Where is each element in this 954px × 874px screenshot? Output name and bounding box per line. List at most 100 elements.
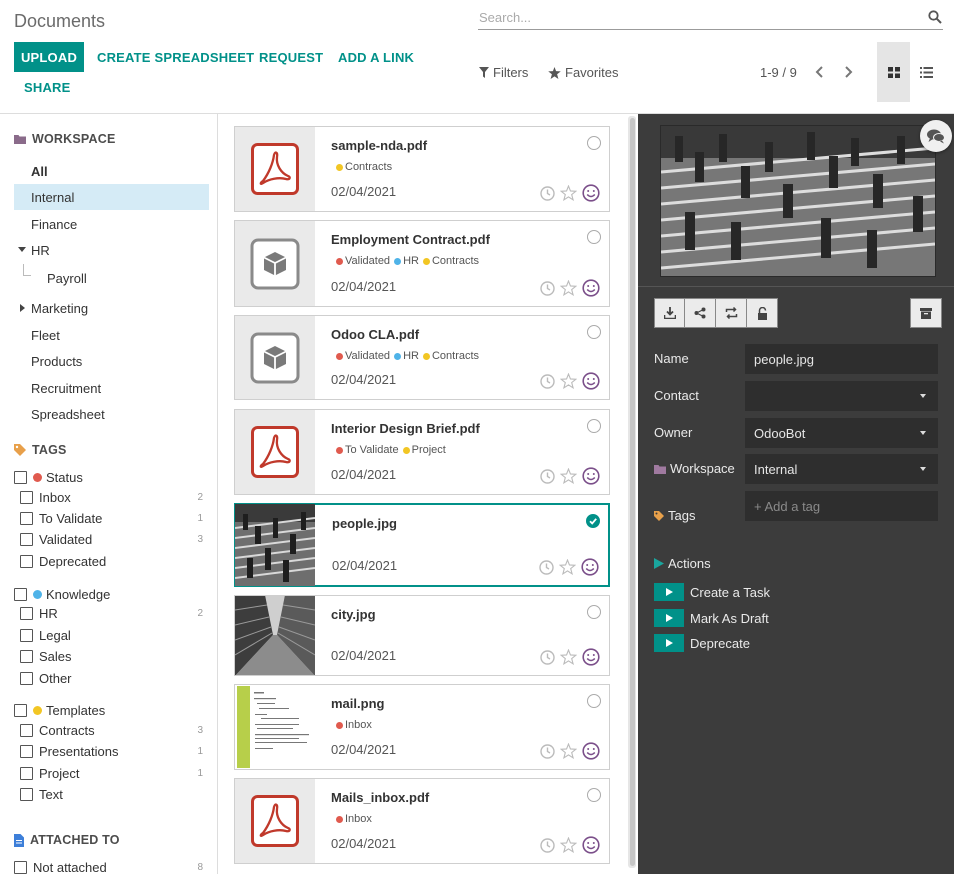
tag-item-text[interactable]: Text [20,784,206,804]
lock-button[interactable] [747,298,778,328]
document-card[interactable]: Employment Contract.pdf Validated HR Con… [234,220,610,307]
replace-button[interactable] [716,298,747,328]
star-icon[interactable] [560,185,577,201]
checkbox[interactable] [14,860,27,874]
clock-icon[interactable] [539,559,554,575]
tags-field[interactable] [745,491,938,521]
star-icon[interactable] [559,559,576,575]
checkbox[interactable] [20,787,33,801]
contact-select[interactable] [745,381,938,411]
checkbox[interactable] [14,470,27,484]
sidebar-item-hr[interactable]: HR [14,237,209,263]
upload-button[interactable]: UPLOAD [14,42,84,72]
tag-item-hr[interactable]: HR 2 [20,603,206,623]
smiley-icon[interactable] [581,558,599,576]
play-button[interactable] [654,583,684,601]
select-radio[interactable] [587,694,601,708]
smiley-icon[interactable] [582,372,600,390]
checkbox[interactable] [20,628,33,642]
kanban-scrollbar-thumb[interactable] [630,118,635,866]
tag-group-knowledge[interactable]: Knowledge [14,584,206,604]
select-radio[interactable] [587,788,601,802]
clock-icon[interactable] [540,837,555,853]
document-card[interactable]: mail.png Inbox 02/04/2021 [234,684,610,770]
tag-item-contracts[interactable]: Contracts 3 [20,720,206,740]
document-card[interactable]: sample-nda.pdf Contracts 02/04/2021 [234,126,610,212]
play-button[interactable] [654,609,684,627]
add-tag-input[interactable] [754,498,924,514]
chevron-left-icon[interactable] [812,63,828,81]
tag-item-validated[interactable]: Validated 3 [20,529,206,549]
star-icon[interactable] [560,649,577,665]
action-mark-as-draft[interactable]: Mark As Draft [654,609,769,627]
select-radio[interactable] [587,325,601,339]
search-icon[interactable] [928,10,942,24]
search-input[interactable] [478,6,918,28]
document-card[interactable]: Mails_inbox.pdf Inbox 02/04/2021 [234,778,610,864]
star-icon[interactable] [560,743,577,759]
tag-item-presentations[interactable]: Presentations 1 [20,741,206,761]
chatter-button[interactable] [920,120,952,152]
document-card[interactable]: people.jpg 02/04/2021 [234,503,610,587]
image-preview[interactable] [661,126,935,276]
sidebar-item-payroll[interactable]: Payroll [30,265,209,291]
tag-group-templates[interactable]: Templates [14,700,206,720]
clock-icon[interactable] [540,743,555,759]
select-radio[interactable] [586,514,600,528]
attached-item-not-attached[interactable]: Not attached 8 [14,857,206,874]
archive-button[interactable] [910,298,942,328]
clock-icon[interactable] [540,185,555,201]
download-button[interactable] [654,298,685,328]
owner-select[interactable]: OdooBot [745,418,938,448]
kanban-view-button[interactable] [877,42,910,102]
select-radio[interactable] [587,136,601,150]
document-card[interactable]: Odoo CLA.pdf Validated HR Contracts 02/0… [234,315,610,400]
tag-item-other[interactable]: Other [20,668,206,688]
tag-item-inbox[interactable]: Inbox 2 [20,487,206,507]
checkbox[interactable] [20,766,33,780]
tag-item-sales[interactable]: Sales [20,646,206,666]
request-button[interactable]: REQUEST [259,50,323,65]
checkbox[interactable] [20,723,33,737]
sidebar-item-marketing[interactable]: Marketing [14,295,209,321]
tag-item-project[interactable]: Project 1 [20,763,206,783]
tag-item-to-validate[interactable]: To Validate 1 [20,508,206,528]
clock-icon[interactable] [540,649,555,665]
select-radio[interactable] [587,605,601,619]
checkbox[interactable] [20,511,33,525]
favorites-button[interactable]: Favorites [548,65,618,80]
create-spreadsheet-button[interactable]: CREATE SPREADSHEET [97,50,254,65]
smiley-icon[interactable] [582,836,600,854]
smiley-icon[interactable] [582,742,600,760]
share-doc-button[interactable] [685,298,716,328]
clock-icon[interactable] [540,468,555,484]
document-card[interactable]: city.jpg 02/04/2021 [234,595,610,676]
star-icon[interactable] [560,373,577,389]
filters-button[interactable]: Filters [479,65,528,80]
star-icon[interactable] [560,837,577,853]
actions-header[interactable]: Actions [654,556,711,571]
tag-group-status[interactable]: Status [14,467,206,487]
smiley-icon[interactable] [582,279,600,297]
chevron-right-icon[interactable] [840,63,856,81]
add-link-button[interactable]: ADD A LINK [338,50,414,65]
play-button[interactable] [654,634,684,652]
document-card[interactable]: Interior Design Brief.pdf To Validate Pr… [234,409,610,495]
checkbox[interactable] [20,671,33,685]
sidebar-item-finance[interactable]: Finance [14,211,209,237]
sidebar-item-internal[interactable]: Internal [14,184,209,210]
workspace-select[interactable]: Internal [745,454,938,484]
checkbox[interactable] [20,649,33,663]
sidebar-item-recruitment[interactable]: Recruitment [14,375,209,401]
sidebar-item-fleet[interactable]: Fleet [14,322,209,348]
action-deprecate[interactable]: Deprecate [654,634,750,652]
checkbox[interactable] [20,490,33,504]
checkbox[interactable] [14,587,27,601]
clock-icon[interactable] [540,373,555,389]
sidebar-item-spreadsheet[interactable]: Spreadsheet [14,401,209,427]
pager-value[interactable]: 1-9 / 9 [760,65,797,80]
checkbox[interactable] [14,703,27,717]
checkbox[interactable] [20,744,33,758]
clock-icon[interactable] [540,280,555,296]
smiley-icon[interactable] [582,184,600,202]
